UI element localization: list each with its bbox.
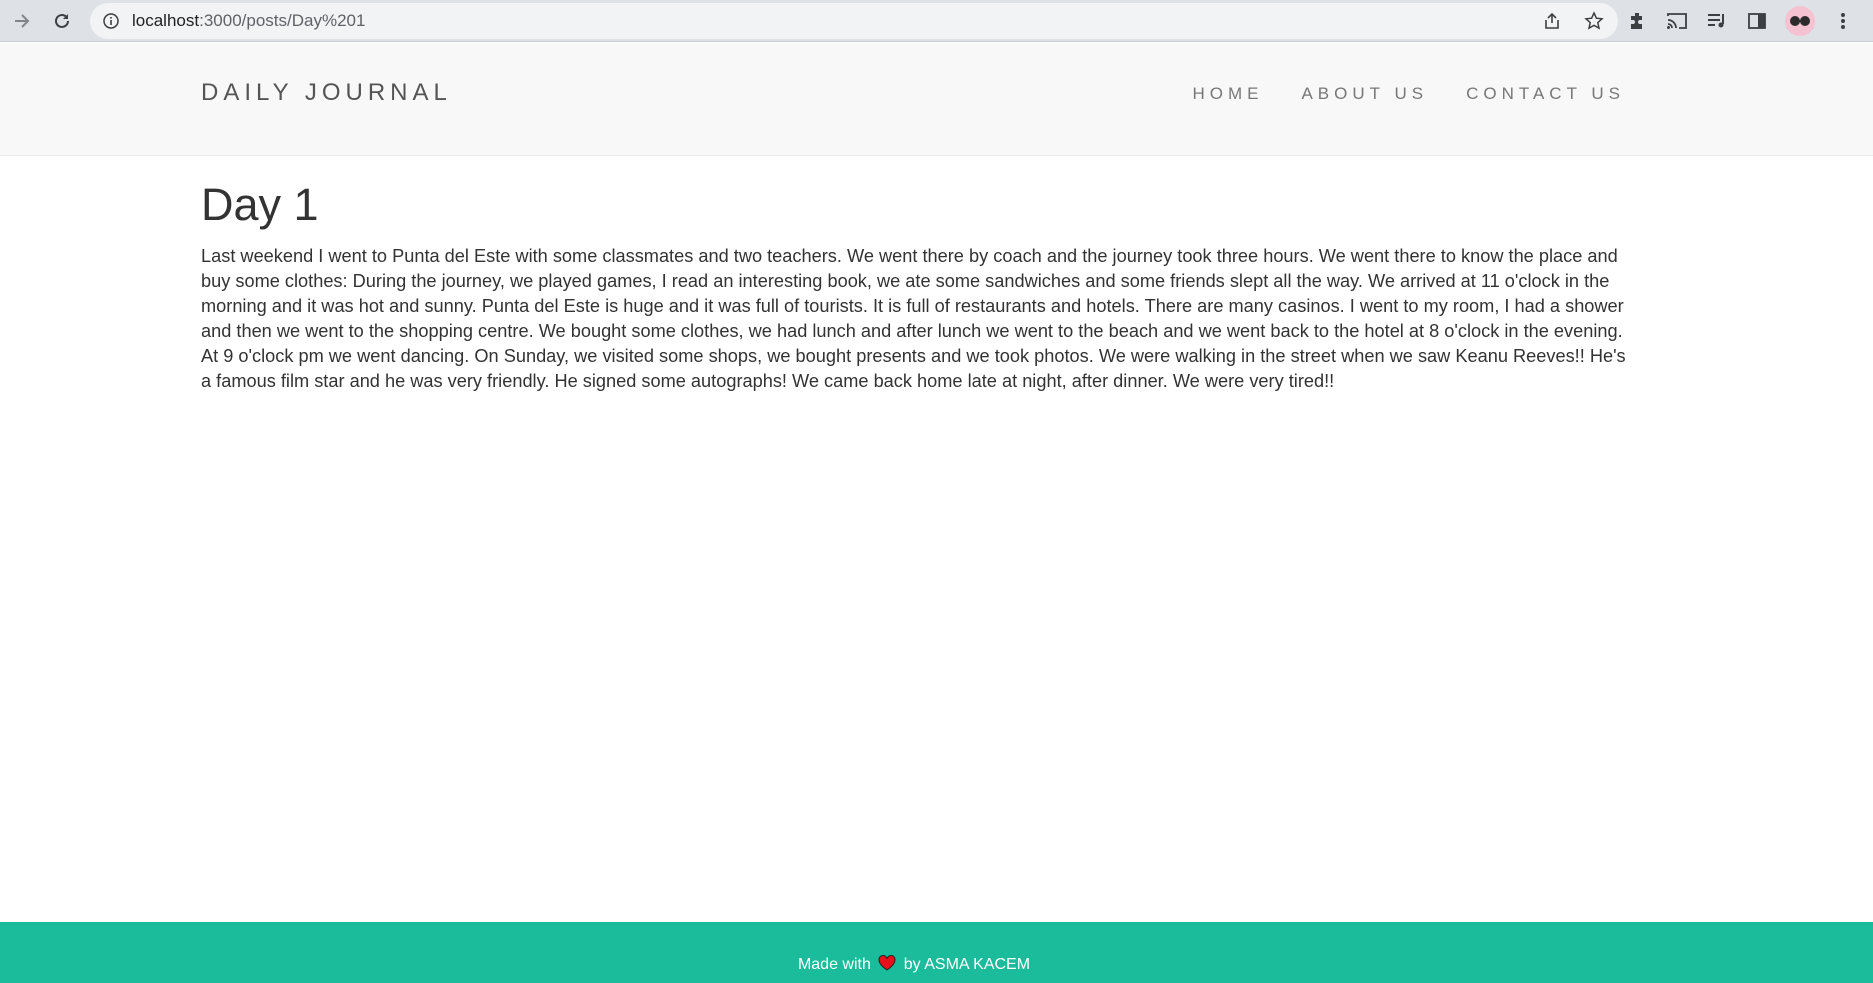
side-panel-icon[interactable] xyxy=(1745,9,1769,33)
profile-avatar[interactable] xyxy=(1785,6,1815,36)
post-body: Last weekend I went to Punta del Este wi… xyxy=(201,246,1626,391)
site-info-icon[interactable] xyxy=(102,12,120,30)
share-icon[interactable] xyxy=(1540,9,1564,33)
nav-about-link[interactable]: ABOUT US xyxy=(1301,84,1428,104)
browser-toolbar: localhost:3000/posts/Day%201 xyxy=(0,0,1873,42)
url-text: localhost:3000/posts/Day%201 xyxy=(132,11,365,31)
main-nav: HOME ABOUT US CONTACT US xyxy=(1192,84,1625,104)
cast-icon[interactable] xyxy=(1665,9,1689,33)
post-title: Day 1 xyxy=(201,179,319,230)
nav-contact-link[interactable]: CONTACT US xyxy=(1466,84,1625,104)
footer-made-with: Made with xyxy=(797,956,871,973)
post-content: Day 1 Last weekend I went to Punta del E… xyxy=(201,178,1631,394)
brand-logo-link[interactable]: DAILY JOURNAL xyxy=(201,79,452,107)
site-footer: Made with by ASMA KACEM xyxy=(0,922,1873,983)
forward-icon[interactable] xyxy=(8,7,36,35)
footer-credit: Made with by ASMA KACEM xyxy=(0,955,1828,974)
url-host: localhost xyxy=(132,11,200,30)
extensions-icon[interactable] xyxy=(1625,9,1649,33)
media-playlist-icon[interactable] xyxy=(1705,9,1729,33)
url-path: :3000/posts/Day%201 xyxy=(199,11,366,30)
bookmark-star-icon[interactable] xyxy=(1582,9,1606,33)
footer-author: by ASMA KACEM xyxy=(903,956,1031,973)
nav-home-link[interactable]: HOME xyxy=(1192,84,1263,104)
reload-icon[interactable] xyxy=(48,7,76,35)
site-header: DAILY JOURNAL HOME ABOUT US CONTACT US xyxy=(0,43,1873,156)
address-bar[interactable]: localhost:3000/posts/Day%201 xyxy=(90,3,1618,39)
heart-icon xyxy=(878,955,896,971)
browser-menu-icon[interactable] xyxy=(1831,9,1855,33)
